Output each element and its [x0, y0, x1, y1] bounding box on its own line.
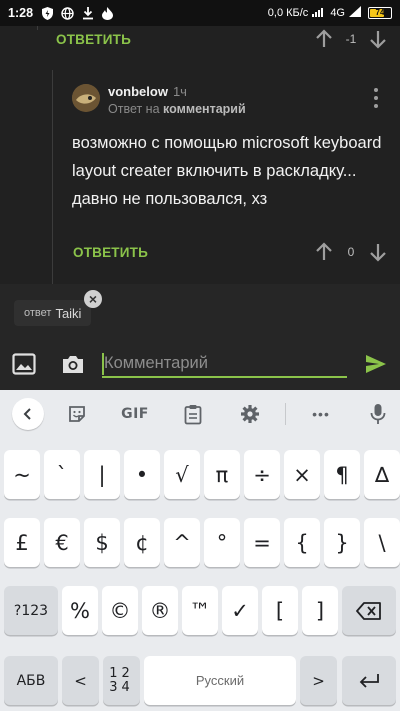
vote-top: -1 [314, 29, 388, 49]
key-symbol[interactable]: ° [204, 518, 240, 567]
key-symbol[interactable]: ` [44, 450, 80, 499]
image-icon[interactable] [12, 353, 36, 375]
net-speed: 0,0 КБ/с [267, 7, 309, 19]
comment-time: 1ч [172, 84, 187, 99]
reply-button[interactable]: ОТВЕТИТЬ [73, 245, 148, 260]
status-right: 0,0 КБ/с 4G 74 [268, 6, 392, 20]
flame-icon [101, 6, 114, 20]
vote-score: -1 [345, 32, 357, 46]
backspace-icon [356, 601, 381, 620]
key-symbol[interactable]: ] [302, 586, 338, 635]
key-symbol[interactable]: $ [84, 518, 120, 567]
status-bar: 1:28 0,0 КБ/с 4G 74 [0, 0, 400, 26]
reply-chip: ответ Taiki [14, 300, 92, 326]
thread-line-inner [52, 70, 53, 284]
comment-input[interactable] [102, 350, 347, 378]
key-greater-than[interactable]: > [300, 656, 337, 705]
key-symbol[interactable]: € [44, 518, 80, 567]
comment-author[interactable]: vonbelow 1ч [108, 84, 187, 99]
comments-list[interactable]: ОТВЕТИТЬ -1 vonbelow 1ч Ответ на коммента… [0, 26, 400, 284]
reply-to: Ответ на комментарий [108, 102, 246, 116]
gif-button[interactable]: GIF [118, 402, 152, 426]
download-icon [81, 6, 94, 20]
downvote-icon[interactable] [368, 29, 388, 49]
key-numpad[interactable]: 12 34 [103, 656, 140, 705]
clipboard-icon[interactable] [181, 402, 205, 426]
key-space[interactable]: Русский [144, 656, 296, 705]
key-symbols-mode[interactable]: ?123 [4, 586, 58, 635]
comment-composer [0, 340, 400, 390]
reply-chip-prefix: ответ [24, 307, 52, 319]
key-symbol[interactable]: ™ [182, 586, 218, 635]
key-symbol[interactable]: ✓ [222, 586, 258, 635]
key-symbol[interactable]: | [84, 450, 120, 499]
thread-line-outer [37, 26, 38, 30]
key-symbol[interactable]: √ [164, 450, 200, 499]
reply-chip-area: ответ Taiki × [0, 284, 400, 340]
key-symbol[interactable]: © [102, 586, 138, 635]
toolbar-divider [285, 403, 286, 425]
key-symbol[interactable]: π [204, 450, 240, 499]
key-numpad-bottom: 34 [109, 679, 134, 695]
upvote-icon[interactable] [314, 29, 334, 49]
key-alphabet-mode[interactable]: АБВ [4, 656, 58, 705]
key-symbol[interactable]: ^ [164, 518, 200, 567]
key-symbol[interactable]: } [324, 518, 360, 567]
username[interactable]: vonbelow [108, 84, 168, 99]
key-symbol[interactable]: • [124, 450, 160, 499]
key-symbol[interactable]: ∆ [364, 450, 400, 499]
keyboard-toolbar: GIF ••• [0, 390, 400, 438]
close-icon[interactable]: × [84, 290, 102, 308]
key-enter[interactable] [342, 656, 396, 705]
key-symbol[interactable]: = [244, 518, 280, 567]
comment-text: возможно с помощью microsoft keyboard la… [72, 134, 382, 208]
key-symbol[interactable]: ¶ [324, 450, 360, 499]
shield-icon [41, 6, 54, 20]
network-type: 4G [330, 7, 345, 19]
key-symbol[interactable]: × [284, 450, 320, 499]
key-symbol[interactable]: [ [262, 586, 298, 635]
avatar[interactable] [72, 84, 100, 112]
reply-to-target[interactable]: комментарий [163, 102, 246, 116]
key-symbol[interactable]: \ [364, 518, 400, 567]
more-options-icon[interactable] [370, 88, 382, 108]
microphone-icon[interactable] [366, 402, 390, 426]
reply-button-top[interactable]: ОТВЕТИТЬ [56, 32, 131, 47]
signal-icon [312, 6, 326, 20]
more-options-icon[interactable]: ••• [303, 402, 339, 426]
reply-to-prefix: Ответ на [108, 102, 160, 116]
downvote-icon[interactable] [368, 242, 388, 262]
camera-icon[interactable] [61, 353, 85, 375]
text-caret [102, 353, 104, 375]
reply-chip-name: Taiki [55, 305, 82, 321]
signal-icon-2 [349, 6, 361, 20]
key-less-than[interactable]: < [62, 656, 99, 705]
send-icon[interactable] [364, 352, 388, 374]
key-symbol[interactable]: £ [4, 518, 40, 567]
key-symbol[interactable]: ÷ [244, 450, 280, 499]
battery-icon: 74 [368, 7, 392, 19]
battery-percent: 74 [375, 8, 385, 17]
key-symbol[interactable]: ~ [4, 450, 40, 499]
key-symbol[interactable]: % [62, 586, 98, 635]
globe-icon [61, 6, 74, 20]
key-symbol[interactable]: ® [142, 586, 178, 635]
key-symbol[interactable]: ¢ [124, 518, 160, 567]
enter-icon [359, 673, 379, 688]
vote-comment: 0 [314, 242, 388, 262]
key-symbol[interactable]: { [284, 518, 320, 567]
upvote-icon[interactable] [314, 242, 334, 262]
sticker-icon[interactable] [65, 402, 89, 426]
status-time: 1:28 [8, 6, 34, 20]
vote-score: 0 [347, 245, 355, 259]
key-numpad-top: 12 [109, 665, 134, 681]
keyboard: GIF ••• ~ ` | • √ π ÷ × ¶ ∆ £ € $ ¢ ^ ° ={} \ ?123 % © ® ™ ✓… [0, 390, 400, 711]
back-arrow-icon[interactable] [12, 398, 44, 430]
key-backspace[interactable] [342, 586, 396, 635]
gear-icon[interactable] [238, 402, 262, 426]
